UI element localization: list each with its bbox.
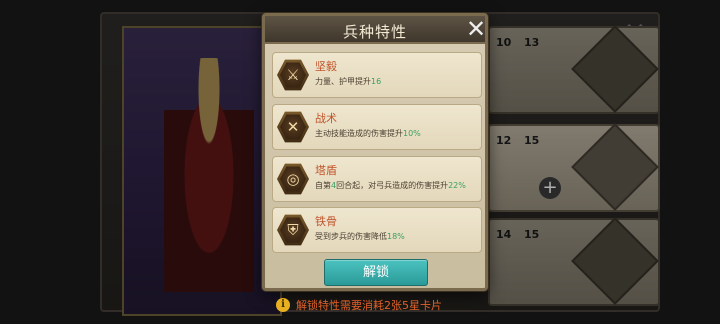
trait-item-jianyi: ⚔ 坚毅 力量、护甲提升16: [272, 52, 482, 98]
bg-card-2: 12 15: [488, 123, 660, 212]
crossed-swords-icon: ✕: [277, 111, 309, 143]
trait-name: 铁骨: [315, 215, 337, 228]
trait-name: 战术: [315, 112, 337, 125]
unit-emblem: [571, 25, 659, 113]
bg-card-1: 10 13: [488, 25, 660, 114]
bg-card-stat-b: 15: [524, 228, 540, 241]
trait-item-tadun: ◎ 塔盾 自第4回合起，对弓兵造成的伤害提升22%: [272, 156, 482, 202]
trait-desc: 受到步兵的伤害降低18%: [315, 232, 405, 241]
trait-item-zhanshu: ✕ 战术 主动技能造成的伤害提升10%: [272, 104, 482, 150]
plus-icon: +: [539, 177, 561, 199]
unit-emblem: [571, 123, 659, 211]
trait-name: 塔盾: [315, 164, 337, 177]
hero-portrait: [122, 26, 282, 316]
trait-desc: 自第4回合起，对弓兵造成的伤害提升22%: [315, 181, 466, 190]
hero-figure: [164, 58, 254, 314]
armor-icon: ⛨: [277, 214, 309, 246]
bg-card-stat-a: 14: [496, 228, 512, 241]
unit-emblem: [571, 217, 659, 305]
trait-item-tiegu: ⛨ 铁骨 受到步兵的伤害降低18%: [272, 207, 482, 253]
bg-card-3: 14 15: [488, 217, 660, 306]
bg-card-stat-b: 15: [524, 134, 540, 147]
close-icon[interactable]: ✕: [464, 17, 488, 41]
trait-desc: 力量、护甲提升16: [315, 77, 382, 86]
spiral-shield-icon: ◎: [277, 163, 309, 195]
unit-traits-modal: 兵种特性 ✕ ⚔ 坚毅 力量、护甲提升16 ✕ 战术 主动技能造成的伤害提升10…: [262, 13, 488, 291]
note-text: 解锁特性需要消耗2张5星卡片: [296, 299, 442, 312]
modal-header: 兵种特性: [265, 16, 485, 44]
unlock-cost-note: i 解锁特性需要消耗2张5星卡片: [276, 296, 442, 314]
bg-card-stat-b: 13: [524, 36, 540, 49]
trait-desc: 主动技能造成的伤害提升10%: [315, 129, 421, 138]
bg-card-stat-a: 10: [496, 36, 512, 49]
info-icon: i: [276, 298, 290, 312]
bg-card-stat-a: 12: [496, 134, 512, 147]
unlock-button[interactable]: 解锁: [324, 259, 428, 286]
sword-upright-icon: ⚔: [277, 59, 309, 91]
trait-name: 坚毅: [315, 60, 337, 73]
modal-title: 兵种特性: [342, 23, 407, 41]
